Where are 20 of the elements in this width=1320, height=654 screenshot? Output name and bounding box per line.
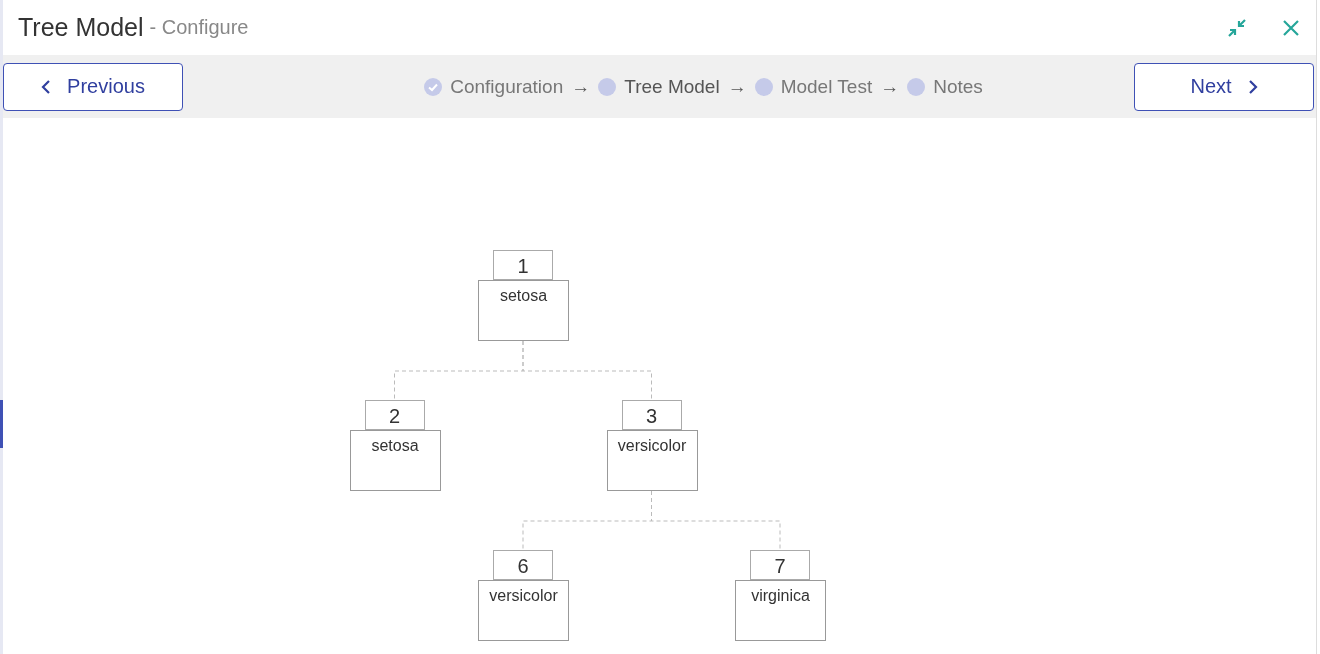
chevron-right-icon (1247, 78, 1258, 95)
step-label: Notes (933, 75, 983, 98)
step-label: Configuration (450, 75, 564, 98)
arrow-separator: → (571, 75, 591, 98)
next-button[interactable]: Next (1134, 62, 1314, 111)
chevron-left-icon (41, 78, 52, 95)
tree-node: setosa (478, 280, 569, 341)
tree-node: setosa (349, 430, 441, 491)
tree-node: versicolor (606, 430, 698, 491)
tree-node: versicolor (478, 580, 569, 641)
collapse-icon[interactable] (1226, 16, 1248, 39)
step-label: Model Test (780, 75, 873, 98)
tree-node: virginica (735, 580, 826, 641)
previous-button[interactable]: Previous (3, 62, 183, 111)
arrow-separator: → (727, 75, 747, 98)
arrow-separator: → (880, 75, 900, 98)
window-title: Tree Model (18, 13, 144, 42)
step-label: Tree Model (624, 75, 720, 98)
close-icon[interactable] (1282, 18, 1300, 37)
window-subtitle: - Configure (149, 16, 249, 39)
